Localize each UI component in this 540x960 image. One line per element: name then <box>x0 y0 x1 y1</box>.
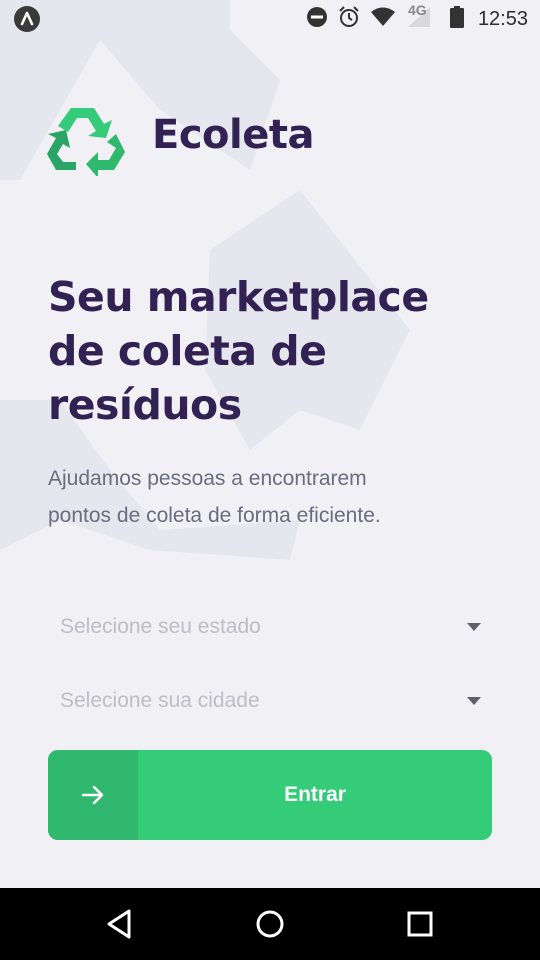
recycle-icon <box>47 108 125 176</box>
status-icons: 4G 12:53 <box>296 2 528 33</box>
state-select[interactable]: Selecione seu estado <box>48 599 492 655</box>
subtitle-line: Ajudamos pessoas a encontrarem <box>48 467 367 490</box>
city-select-placeholder: Selecione sua cidade <box>60 689 260 712</box>
dnd-icon <box>306 6 328 32</box>
headline-line: de coleta de <box>48 327 327 375</box>
enter-button-label: Entrar <box>284 783 346 806</box>
arrow-right-icon <box>81 785 104 805</box>
subtitle: Ajudamos pessoas a encontrarem pontos de… <box>48 460 498 534</box>
app-notification-icon <box>14 6 40 32</box>
back-icon[interactable] <box>102 906 138 942</box>
wifi-icon <box>370 7 396 31</box>
chevron-down-icon <box>467 623 481 631</box>
navigation-bar <box>0 888 540 960</box>
chevron-down-icon <box>467 697 481 705</box>
signal-icon: 4G <box>406 2 432 33</box>
clock: 12:53 <box>477 7 528 30</box>
home-icon[interactable] <box>252 906 288 942</box>
battery-icon <box>449 6 464 32</box>
network-type-label: 4G <box>407 2 427 18</box>
recents-icon[interactable] <box>402 906 438 942</box>
alarm-icon <box>338 6 360 32</box>
headline-line: Seu marketplace <box>48 273 429 321</box>
app-name: Ecoleta <box>152 112 314 158</box>
subtitle-line: pontos de coleta de forma eficiente. <box>48 504 381 527</box>
city-select[interactable]: Selecione sua cidade <box>48 673 492 729</box>
status-bar: 4G 12:53 <box>0 0 540 38</box>
headline: Seu marketplace de coleta de resíduos <box>48 270 488 432</box>
state-select-placeholder: Selecione seu estado <box>60 615 261 638</box>
enter-icon-box <box>48 750 138 840</box>
headline-line: resíduos <box>48 381 242 429</box>
enter-button[interactable]: Entrar <box>48 750 492 840</box>
